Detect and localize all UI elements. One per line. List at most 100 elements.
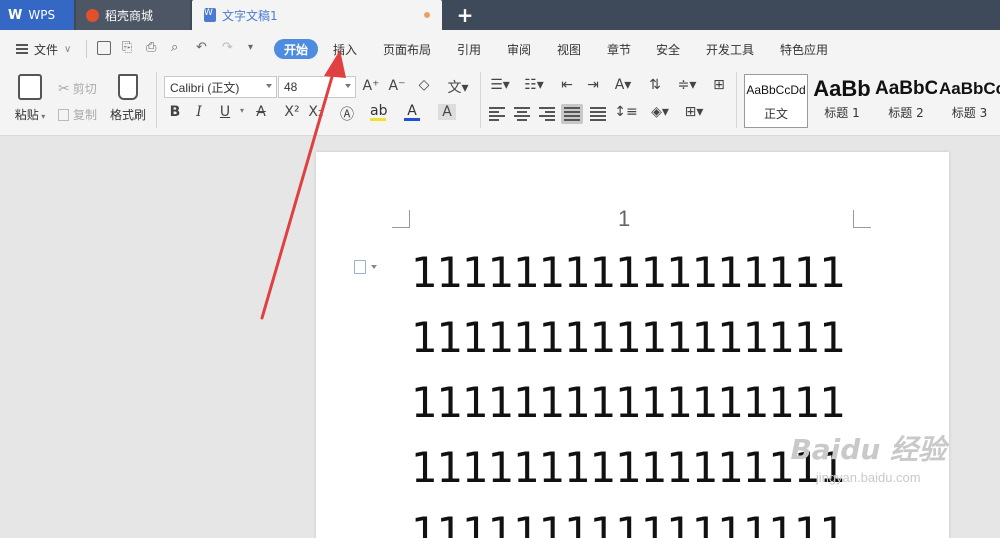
text-line[interactable]: 11111111111111111 <box>411 382 846 424</box>
paste-button[interactable]: 粘贴 ▾ <box>12 74 48 123</box>
tab-special[interactable]: 特色应用 <box>780 39 828 59</box>
cut-label: 剪切 <box>72 82 97 96</box>
clear-format-icon[interactable]: ◇ <box>415 77 433 93</box>
margin-corner-right <box>853 210 871 228</box>
decrease-indent-icon[interactable]: ⇤ <box>558 77 576 93</box>
paintbrush-icon <box>118 74 138 100</box>
format-painter-button[interactable]: 格式刷 <box>108 74 148 123</box>
subscript-icon[interactable]: X₂ <box>307 104 325 120</box>
pinyin-guide-icon[interactable]: 文▾ <box>446 77 470 97</box>
style-heading-3-label: 标题 3 <box>951 106 988 120</box>
superscript-icon[interactable]: X² <box>283 104 301 120</box>
tab-wps-home[interactable]: W WPS <box>0 0 74 30</box>
shrink-font-icon[interactable]: A⁻ <box>388 78 406 94</box>
underline-icon[interactable]: U <box>216 104 234 120</box>
increase-indent-icon[interactable]: ⇥ <box>584 77 602 93</box>
style-heading-1-label: 标题 1 <box>824 106 860 120</box>
divider <box>480 72 481 128</box>
chevron-down-icon <box>266 84 272 88</box>
chevron-down-icon: ▾ <box>38 112 46 121</box>
align-left-icon[interactable] <box>489 107 505 121</box>
unsaved-dot-icon <box>424 12 430 18</box>
styles-gallery: AaBbCcDd 正文 AaBb 标题 1 AaBbC 标题 2 AaBbCc … <box>742 74 1000 130</box>
font-name-select[interactable]: Calibri (正文) <box>164 76 277 98</box>
tab-document-label: 文字文稿1 <box>222 8 278 23</box>
tab-docer-store[interactable]: 稻壳商城 <box>76 0 190 30</box>
bold-icon[interactable]: B <box>166 104 184 120</box>
tab-section[interactable]: 章节 <box>607 39 631 59</box>
style-heading-3-preview: AaBbCc <box>939 79 1000 98</box>
print-icon[interactable]: ⎙ <box>146 40 156 55</box>
customize-toolbar-icon[interactable]: ▾ <box>248 42 253 53</box>
divider <box>736 72 737 128</box>
style-heading-1[interactable]: AaBb 标题 1 <box>810 74 874 128</box>
style-heading-3[interactable]: AaBbCc 标题 3 <box>939 74 1000 128</box>
cut-button[interactable]: ✂ 剪切 <box>58 80 97 97</box>
align-center-icon[interactable] <box>514 107 530 121</box>
document-icon: W <box>204 8 216 22</box>
font-size-select[interactable]: 48 <box>278 76 356 98</box>
sort-icon[interactable]: ⇅ <box>646 77 664 93</box>
italic-icon[interactable]: I <box>190 104 208 120</box>
align-justify-icon[interactable] <box>561 104 583 124</box>
font-name-value: Calibri (正文) <box>170 80 240 95</box>
new-tab-button[interactable]: + <box>450 0 480 30</box>
wps-logo-icon: W <box>8 7 23 23</box>
tab-references[interactable]: 引用 <box>457 39 481 59</box>
tab-document[interactable]: W 文字文稿1 <box>192 0 442 30</box>
chevron-down-icon <box>345 84 351 88</box>
text-effect-icon[interactable]: Ⓐ <box>338 104 356 124</box>
print-preview-icon[interactable]: ⌕ <box>171 40 178 55</box>
tab-home[interactable]: 开始 <box>274 39 319 59</box>
style-normal[interactable]: AaBbCcDd 正文 <box>744 74 808 128</box>
border-icon[interactable]: ⊞▾ <box>682 104 706 120</box>
tab-security[interactable]: 安全 <box>656 39 680 59</box>
hamburger-icon <box>16 44 28 54</box>
line-format-icon[interactable]: ≑▾ <box>676 77 698 93</box>
tab-store-label: 稻壳商城 <box>105 8 154 23</box>
title-tab-bar: W WPS 稻壳商城 W 文字文稿1 + <box>0 0 1000 30</box>
text-line[interactable]: 11111111111111111 <box>411 252 846 294</box>
bullet-list-icon[interactable]: ☰▾ <box>488 77 512 93</box>
line-spacing-icon[interactable]: ↕≡ <box>614 104 638 120</box>
clipboard-icon <box>18 74 42 100</box>
file-menu-label: 文件 <box>34 42 59 57</box>
shading-icon[interactable]: ◈▾ <box>648 104 672 120</box>
tab-developer[interactable]: 开发工具 <box>706 39 754 59</box>
font-size-value: 48 <box>284 80 298 94</box>
undo-icon[interactable]: ↶ <box>196 40 207 55</box>
distributed-align-icon[interactable] <box>590 107 606 121</box>
divider <box>156 72 157 128</box>
save-icon[interactable] <box>97 41 111 55</box>
copy-icon <box>58 108 69 121</box>
text-line[interactable]: 11111111111111111 <box>411 512 846 538</box>
strikethrough-icon[interactable]: A <box>252 104 270 120</box>
tab-insert[interactable]: 插入 <box>333 39 357 59</box>
char-shading-icon[interactable]: A <box>438 104 456 120</box>
grow-font-icon[interactable]: A⁺ <box>362 78 380 94</box>
scissors-icon: ✂ <box>58 80 70 97</box>
copy-button[interactable]: 复制 <box>58 106 97 123</box>
align-right-icon[interactable] <box>539 107 555 121</box>
show-marks-icon[interactable]: ⊞ <box>710 77 728 93</box>
format-painter-quick-icon[interactable]: ⎘ <box>122 40 132 55</box>
numbered-list-icon[interactable]: ☷▾ <box>522 77 546 93</box>
style-heading-1-preview: AaBb <box>813 76 871 101</box>
text-direction-icon[interactable]: A▾ <box>612 77 634 93</box>
text-line[interactable]: 11111111111111111 <box>411 317 846 359</box>
copy-label: 复制 <box>73 108 98 122</box>
chevron-down-icon[interactable]: ▾ <box>233 106 251 115</box>
font-color-icon[interactable]: A <box>404 104 420 121</box>
tab-wps-label: WPS <box>28 8 56 22</box>
text-line[interactable]: 11111111111111111 <box>411 447 846 489</box>
paragraph-handle-icon[interactable] <box>354 260 377 274</box>
redo-icon[interactable]: ↷ <box>222 40 233 55</box>
tab-page-layout[interactable]: 页面布局 <box>383 39 431 59</box>
highlight-icon[interactable]: ab <box>370 104 387 121</box>
style-normal-label: 正文 <box>763 107 788 121</box>
tab-review[interactable]: 审阅 <box>507 39 531 59</box>
chevron-down-icon: ∨ <box>64 43 72 55</box>
tab-view[interactable]: 视图 <box>557 39 581 59</box>
style-heading-2[interactable]: AaBbC 标题 2 <box>875 74 937 128</box>
file-menu[interactable]: 文件 ∨ <box>16 39 71 59</box>
